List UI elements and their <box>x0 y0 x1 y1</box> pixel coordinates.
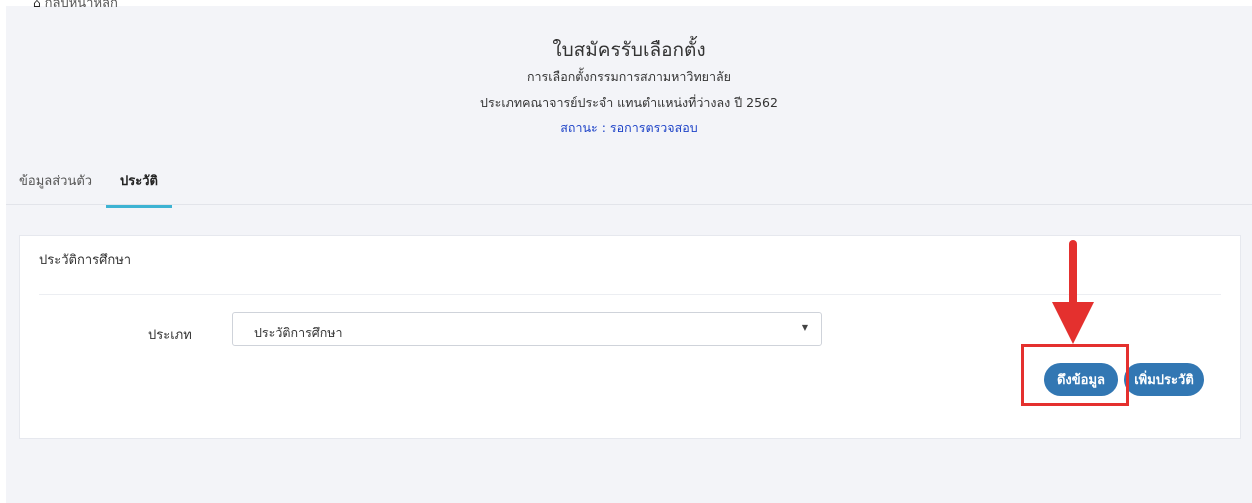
annotation-highlight-box <box>1021 344 1129 406</box>
page-title: ใบสมัครรับเลือกตั้ง <box>552 39 706 61</box>
type-select-value: ประวัติการศึกษา <box>254 325 343 340</box>
type-select[interactable]: ประวัติการศึกษา ▼ <box>232 312 822 346</box>
card-title: ประวัติการศึกษา <box>39 253 132 268</box>
application-header: ใบสมัครรับเลือกตั้ง การเลือกตั้งกรรมการส… <box>6 6 1252 154</box>
card-divider <box>39 294 1221 295</box>
annotation-arrow-icon <box>1052 240 1094 344</box>
tab-personal-info[interactable]: ข้อมูลส่วนตัว <box>19 170 92 205</box>
status-text: สถานะ : รอการตรวจสอบ <box>560 120 698 135</box>
type-label: ประเภท <box>148 328 192 343</box>
chevron-down-icon: ▼ <box>801 323 808 332</box>
election-category: ประเภทคณาจารย์ประจำ แทนตำแหน่งที่ว่างลง … <box>480 95 778 110</box>
tab-history[interactable]: ประวัติ <box>106 170 172 208</box>
add-history-button[interactable]: เพิ่มประวัติ <box>1124 363 1204 396</box>
tab-bar: ข้อมูลส่วนตัว ประวัติ <box>6 154 1252 208</box>
election-subtitle: การเลือกตั้งกรรมการสภามหาวิทยาลัย <box>526 69 732 84</box>
